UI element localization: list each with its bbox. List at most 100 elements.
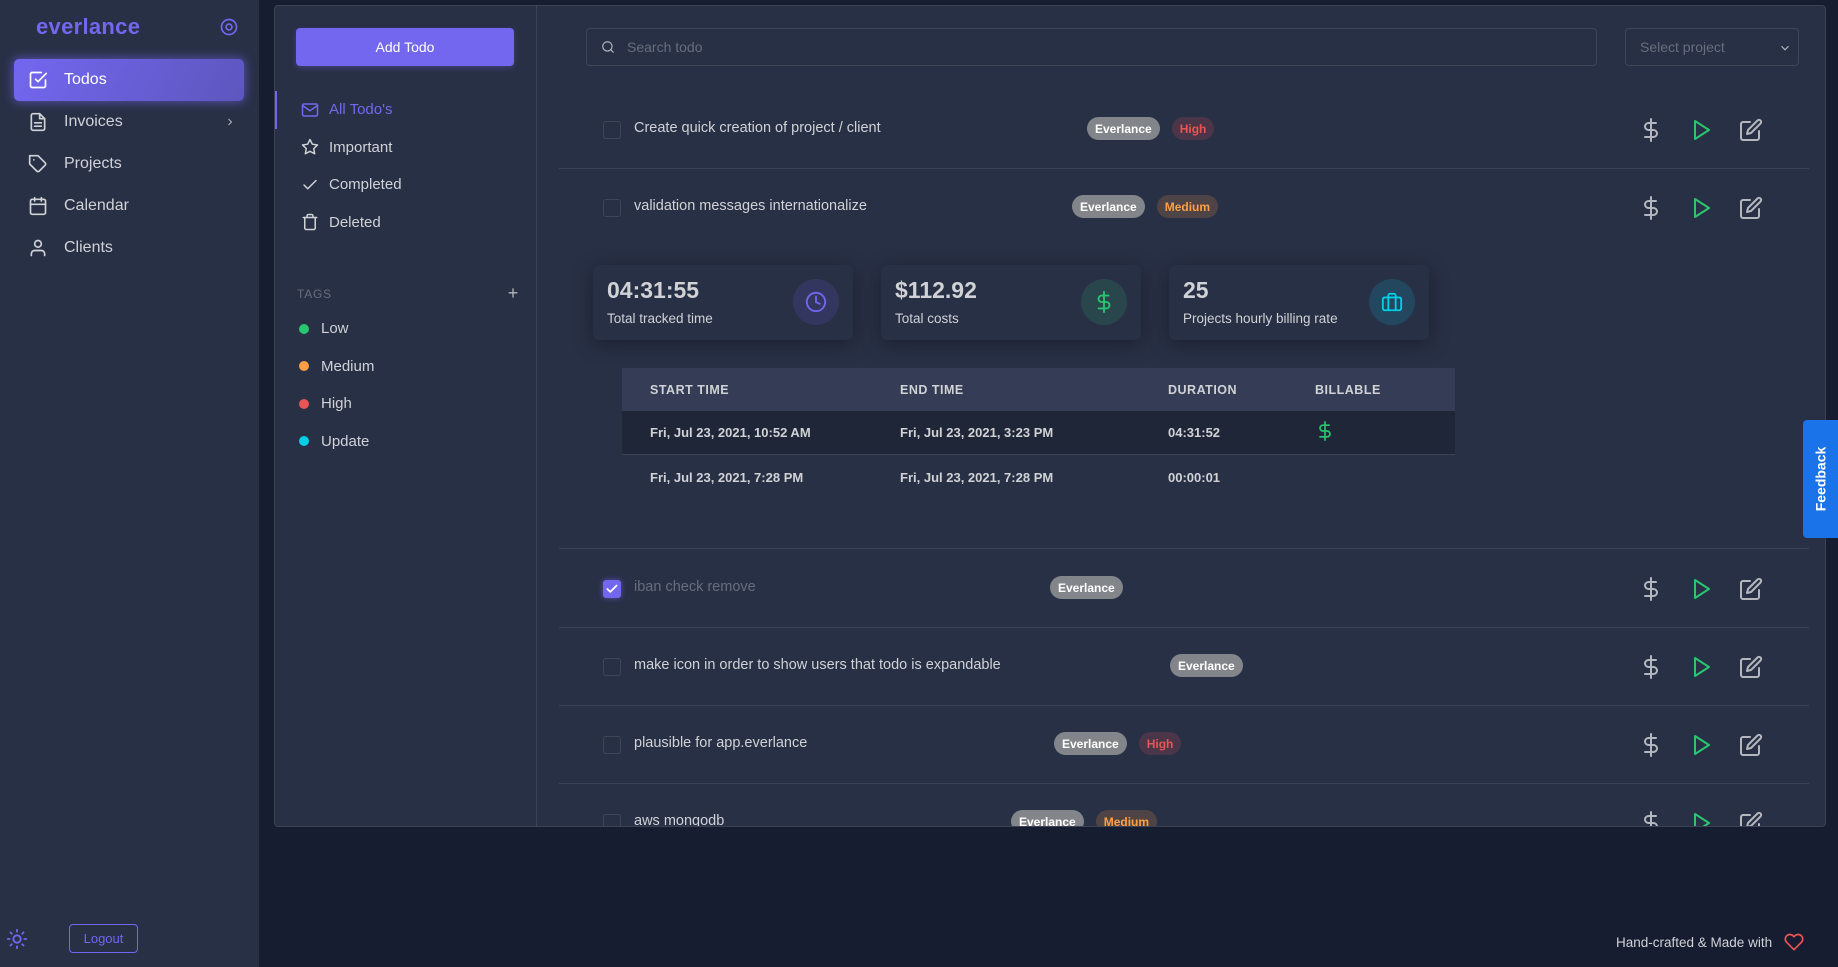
stat-value: $112.92 xyxy=(895,277,977,303)
edit-icon[interactable] xyxy=(1737,731,1765,759)
tag-label: High xyxy=(321,395,352,413)
check-icon xyxy=(303,179,317,190)
billable-dollar-icon[interactable] xyxy=(1637,731,1665,759)
filter-label: Completed xyxy=(329,176,402,194)
todo-row[interactable]: Create quick creation of project / clien… xyxy=(559,91,1809,169)
todo-row[interactable]: iban check remove Everlance xyxy=(559,550,1809,628)
nav-item-calendar[interactable]: Calendar xyxy=(14,185,244,227)
project-badge: Everlance xyxy=(1087,117,1160,140)
clock-icon xyxy=(793,279,839,325)
tag-label: Low xyxy=(321,320,349,338)
tag-update[interactable]: Update xyxy=(297,423,374,461)
billable-cell xyxy=(1315,421,1455,444)
tag-dot xyxy=(299,398,309,409)
play-icon[interactable] xyxy=(1687,809,1715,826)
todo-actions xyxy=(1637,809,1765,826)
time-entries-table: START TIME END TIME DURATION BILLABLE Fr… xyxy=(622,368,1455,499)
todo-checkbox[interactable] xyxy=(603,814,621,826)
project-badge: Everlance xyxy=(1050,576,1123,599)
edit-icon[interactable] xyxy=(1737,116,1765,144)
billable-dollar-icon[interactable] xyxy=(1637,116,1665,144)
todo-checkbox[interactable] xyxy=(603,580,621,598)
start-time-cell: Fri, Jul 23, 2021, 7:28 PM xyxy=(650,469,804,485)
todo-checkbox[interactable] xyxy=(603,658,621,676)
todo-actions xyxy=(1637,575,1765,603)
tag-dot xyxy=(299,436,309,447)
tag-dot xyxy=(299,323,309,334)
add-tag-icon[interactable]: + xyxy=(508,283,519,304)
tag-medium[interactable]: Medium xyxy=(297,348,374,386)
todo-title: plausible for app.everlance xyxy=(634,735,808,751)
brand-logo[interactable]: everlance xyxy=(36,14,140,40)
search-placeholder: Search todo xyxy=(627,39,703,55)
tag-high[interactable]: High xyxy=(297,385,374,423)
footer: Hand-crafted & Made with xyxy=(1616,932,1804,952)
todo-row[interactable]: plausible for app.everlance Everlance Hi… xyxy=(559,706,1809,784)
filter-important[interactable]: Important xyxy=(275,129,537,167)
todo-title: iban check remove xyxy=(634,579,756,595)
todo-row[interactable]: make icon in order to show users that to… xyxy=(559,628,1809,706)
user-icon xyxy=(30,239,46,257)
feedback-tab[interactable]: Feedback xyxy=(1803,420,1838,538)
todo-badges: Everlance xyxy=(1050,576,1123,599)
edit-icon[interactable] xyxy=(1737,809,1765,826)
todo-badges: Everlance High xyxy=(1087,117,1215,140)
stat-card-billing-rate: 25 Projects hourly billing rate xyxy=(1169,265,1429,340)
todo-row[interactable]: aws mongodb Everlance Medium xyxy=(559,784,1809,826)
filter-completed[interactable]: Completed xyxy=(275,166,537,204)
edit-icon[interactable] xyxy=(1737,653,1765,681)
tag-icon xyxy=(28,154,47,173)
priority-badge: High xyxy=(1171,117,1215,140)
nav-item-label: Clients xyxy=(64,239,113,256)
table-row[interactable]: Fri, Jul 23, 2021, 10:52 AM Fri, Jul 23,… xyxy=(622,411,1455,455)
logout-button[interactable]: Logout xyxy=(69,924,138,953)
todo-actions xyxy=(1637,731,1765,759)
todo-actions xyxy=(1637,653,1765,681)
stat-label: Total costs xyxy=(895,311,959,326)
filter-all-todos[interactable]: All Todo's xyxy=(275,91,537,129)
todo-badges: Everlance xyxy=(1170,654,1243,677)
todo-title: make icon in order to show users that to… xyxy=(634,657,1001,673)
edit-icon[interactable] xyxy=(1737,575,1765,603)
column-header: START TIME xyxy=(650,382,730,397)
table-row[interactable]: Fri, Jul 23, 2021, 7:28 PM Fri, Jul 23, … xyxy=(622,455,1455,499)
play-icon[interactable] xyxy=(1687,653,1715,681)
nav-item-todos[interactable]: Todos xyxy=(14,59,244,101)
sun-icon[interactable] xyxy=(6,928,28,950)
table-header: START TIME END TIME DURATION BILLABLE xyxy=(622,368,1455,411)
todo-checkbox[interactable] xyxy=(603,121,621,139)
chevron-down-icon xyxy=(1781,45,1789,51)
stat-card-total-costs: $112.92 Total costs xyxy=(881,265,1141,340)
todo-title: Create quick creation of project / clien… xyxy=(634,120,881,136)
feedback-label: Feedback xyxy=(1812,446,1829,512)
search-input[interactable]: Search todo xyxy=(586,28,1597,66)
billable-dollar-icon[interactable] xyxy=(1637,575,1665,603)
project-select[interactable]: Select project xyxy=(1625,28,1799,66)
tag-low[interactable]: Low xyxy=(297,310,374,348)
project-select-placeholder: Select project xyxy=(1640,39,1725,55)
star-icon xyxy=(301,139,319,155)
todo-checkbox[interactable] xyxy=(603,736,621,754)
column-header: BILLABLE xyxy=(1315,382,1381,397)
billable-dollar-icon[interactable] xyxy=(1637,653,1665,681)
mail-icon xyxy=(301,103,319,117)
play-icon[interactable] xyxy=(1687,575,1715,603)
nav-item-invoices[interactable]: Invoices xyxy=(14,101,244,143)
play-icon[interactable] xyxy=(1687,731,1715,759)
search-icon xyxy=(602,41,614,53)
heart-icon xyxy=(1784,933,1804,951)
tag-dot xyxy=(299,361,309,372)
add-todo-button[interactable]: Add Todo xyxy=(296,28,514,66)
filter-deleted[interactable]: Deleted xyxy=(275,204,537,242)
todo-actions xyxy=(1637,116,1765,144)
collapse-toggle-icon[interactable] xyxy=(219,17,239,37)
end-time-cell: Fri, Jul 23, 2021, 3:23 PM xyxy=(900,425,1054,440)
end-time-cell: Fri, Jul 23, 2021, 7:28 PM xyxy=(900,469,1054,485)
billable-dollar-icon xyxy=(1319,421,1331,441)
priority-badge: High xyxy=(1138,732,1182,755)
play-icon[interactable] xyxy=(1687,116,1715,144)
nav-item-projects[interactable]: Projects xyxy=(14,143,244,185)
stat-value: 04:31:55 xyxy=(607,277,700,303)
billable-dollar-icon[interactable] xyxy=(1637,809,1665,826)
nav-item-clients[interactable]: Clients xyxy=(14,227,244,269)
